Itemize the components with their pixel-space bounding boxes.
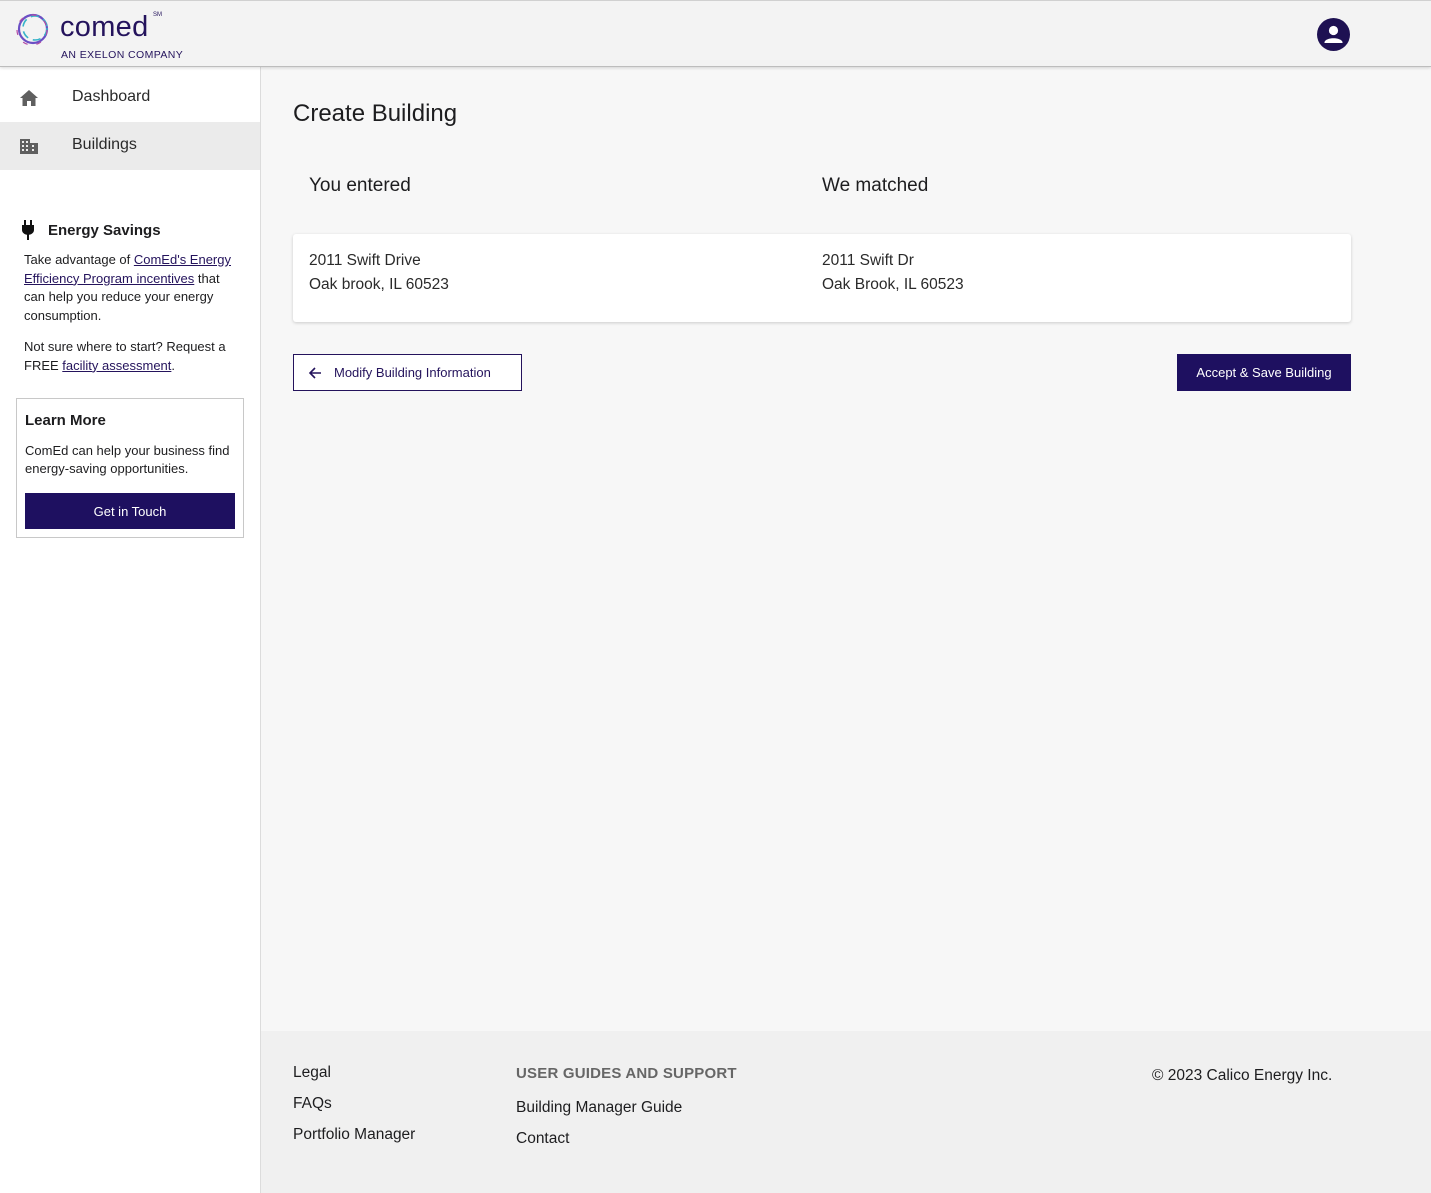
footer-link-legal[interactable]: Legal: [293, 1064, 331, 1082]
modify-building-label: Modify Building Information: [334, 365, 491, 380]
matched-address-line1: 2011 Swift Dr: [822, 252, 914, 269]
copyright: © 2023 Calico Energy Inc.: [1152, 1067, 1333, 1084]
energy-savings-text: Take advantage of ComEd's Energy Efficie…: [24, 251, 239, 325]
accept-save-building-button[interactable]: Accept & Save Building: [1177, 354, 1351, 391]
account-avatar[interactable]: [1317, 18, 1350, 51]
assessment-text: Not sure where to start? Request a FREE …: [24, 338, 239, 375]
plug-icon: [22, 220, 34, 240]
home-icon: [20, 90, 38, 106]
modify-building-button[interactable]: Modify Building Information: [293, 354, 522, 391]
entered-address-line1: 2011 Swift Drive: [309, 252, 421, 269]
address-comparison-card: 2011 Swift Drive Oak brook, IL 60523 201…: [293, 234, 1351, 322]
footer-link-contact[interactable]: Contact: [516, 1130, 569, 1148]
sidebar-item-dashboard[interactable]: Dashboard: [0, 74, 260, 122]
matched-heading: We matched: [822, 175, 929, 196]
comed-logo[interactable]: comed SM AN EXELON COMPANY: [15, 9, 195, 63]
energy-text-prefix: Take advantage of: [24, 252, 134, 267]
energy-savings-title: Energy Savings: [48, 222, 161, 239]
learn-more-title: Learn More: [25, 412, 106, 429]
page-title: Create Building: [293, 100, 458, 127]
footer-link-faqs[interactable]: FAQs: [293, 1095, 332, 1113]
logo-wordmark: comed: [60, 11, 149, 43]
building-icon: [20, 139, 38, 154]
account-circle-icon: [1324, 25, 1343, 43]
logo-tagline: AN EXELON COMPANY: [61, 49, 184, 61]
matched-address-line2: Oak Brook, IL 60523: [822, 276, 964, 293]
entered-address-line2: Oak brook, IL 60523: [309, 276, 449, 293]
assessment-text-suffix: .: [171, 357, 176, 373]
sidebar-item-label: Buildings: [72, 136, 137, 153]
app-header: comed SM AN EXELON COMPANY: [0, 0, 1431, 67]
support-heading: USER GUIDES AND SUPPORT: [516, 1065, 737, 1082]
get-in-touch-button[interactable]: Get in Touch: [25, 493, 235, 529]
logo-service-mark: SM: [153, 12, 162, 18]
sidebar: Dashboard Buildings Energy Savings Take …: [0, 67, 261, 1193]
entered-heading: You entered: [309, 175, 411, 196]
sidebar-item-buildings[interactable]: Buildings: [0, 122, 260, 170]
matched-address: 2011 Swift Dr Oak Brook, IL 60523: [822, 249, 964, 297]
comed-logo-mark: [16, 13, 49, 46]
main-content: Create Building You entered We matched 2…: [261, 67, 1431, 1031]
footer-link-portfolio-manager[interactable]: Portfolio Manager: [293, 1126, 415, 1144]
entered-address: 2011 Swift Drive Oak brook, IL 60523: [309, 249, 449, 297]
sidebar-item-label: Dashboard: [72, 88, 151, 105]
footer: Legal FAQs Portfolio Manager USER GUIDES…: [261, 1031, 1431, 1193]
arrow-left-icon: [308, 367, 321, 379]
learn-more-card: Learn More ComEd can help your business …: [16, 398, 244, 538]
footer-link-building-manager-guide[interactable]: Building Manager Guide: [516, 1099, 682, 1117]
facility-assessment-link[interactable]: facility assessment: [62, 358, 171, 373]
learn-more-text: ComEd can help your business find energy…: [25, 443, 230, 476]
